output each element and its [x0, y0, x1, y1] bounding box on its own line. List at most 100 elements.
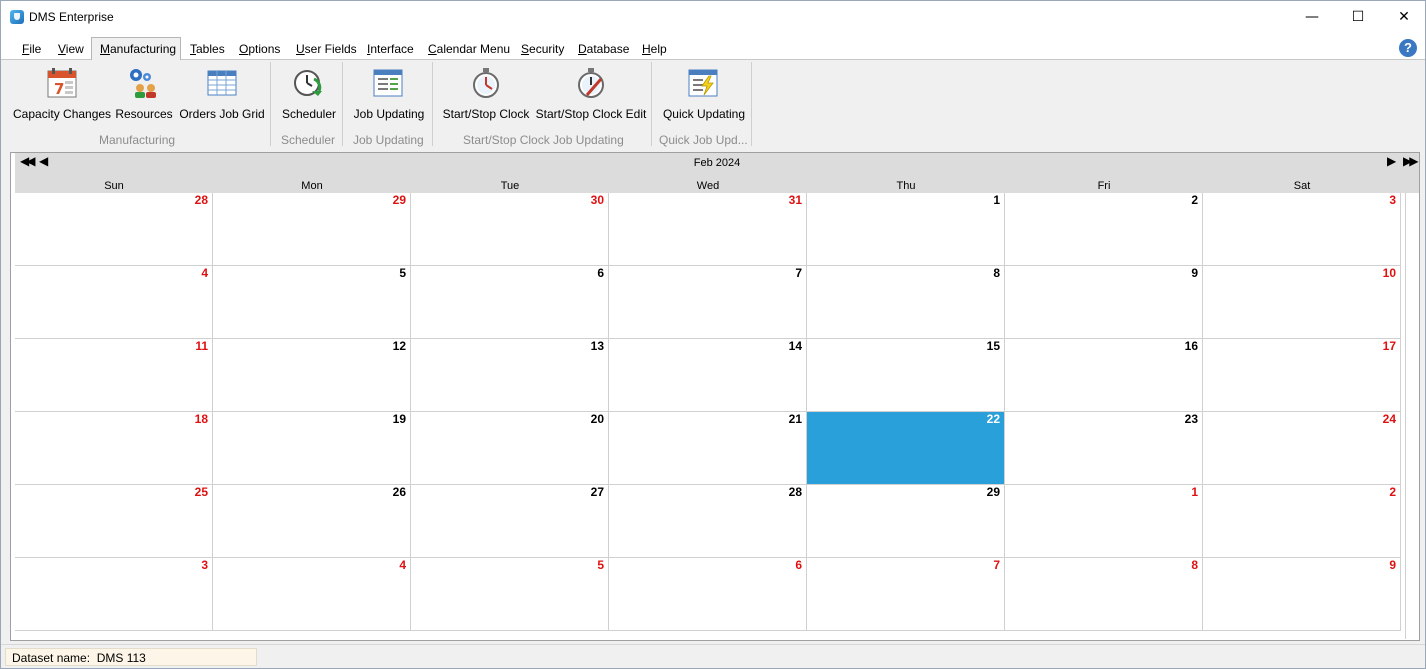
menu-interface[interactable]: Interface [367, 42, 414, 56]
day-number: 4 [399, 558, 406, 572]
last-month-button[interactable]: ▶▶ [1403, 154, 1419, 168]
day-cell[interactable]: 29 [807, 485, 1005, 558]
day-cell[interactable]: 18 [15, 412, 213, 485]
dataset-label: Dataset name: [12, 651, 91, 665]
day-cell[interactable]: 2 [1203, 485, 1401, 558]
orders-job-grid-button[interactable]: Orders Job Grid [179, 64, 265, 124]
scheduler-button[interactable]: Scheduler [281, 64, 337, 124]
day-cell[interactable]: 31 [609, 193, 807, 266]
day-number: 9 [1389, 558, 1396, 572]
status-bar: Dataset name: DMS 113 [1, 644, 1425, 668]
day-cell[interactable]: 25 [15, 485, 213, 558]
day-number: 20 [590, 412, 604, 426]
group-label-job-updating: Job Updating [353, 133, 424, 147]
menu-view[interactable]: View [58, 42, 84, 56]
start-stop-clock-button[interactable]: Start/Stop Clock [441, 64, 531, 124]
scheduler-label: Scheduler [281, 107, 337, 121]
weekday-wed: Wed [696, 180, 720, 192]
menu-security[interactable]: Security [521, 42, 564, 56]
help-icon[interactable]: ? [1399, 39, 1417, 57]
day-cell[interactable]: 9 [1005, 266, 1203, 339]
day-cell[interactable]: 28 [15, 193, 213, 266]
day-cell[interactable]: 23 [1005, 412, 1203, 485]
day-cell[interactable]: 16 [1005, 339, 1203, 412]
day-cell[interactable]: 10 [1203, 266, 1401, 339]
day-cell[interactable]: 5 [411, 558, 609, 631]
menu-manufacturing[interactable]: Manufacturing [100, 42, 176, 56]
capacity-changes-button[interactable]: 7 Capacity Changes [13, 64, 111, 124]
orders-job-grid-label: Orders Job Grid [179, 107, 265, 121]
day-number: 15 [986, 339, 1000, 353]
menu-database[interactable]: Database [578, 42, 629, 56]
menu-tables[interactable]: Tables [190, 42, 225, 56]
day-cell[interactable]: 30 [411, 193, 609, 266]
day-cell[interactable]: 24 [1203, 412, 1401, 485]
resources-label: Resources [115, 107, 173, 121]
weekday-fri: Fri [1097, 180, 1111, 192]
day-cell[interactable]: 15 [807, 339, 1005, 412]
day-cell[interactable]: 3 [15, 558, 213, 631]
weekday-mon: Mon [301, 180, 323, 192]
resources-button[interactable]: Resources [115, 64, 173, 124]
day-cell[interactable]: 12 [213, 339, 411, 412]
day-number: 29 [986, 485, 1000, 499]
day-cell[interactable]: 14 [609, 339, 807, 412]
day-cell[interactable]: 5 [213, 266, 411, 339]
day-number: 12 [392, 339, 406, 353]
day-cell[interactable]: 4 [213, 558, 411, 631]
day-cell[interactable]: 13 [411, 339, 609, 412]
day-number: 3 [1389, 193, 1396, 207]
day-cell[interactable]: 20 [411, 412, 609, 485]
menu-bar: File View Manufacturing Tables Options U… [1, 33, 1425, 61]
day-number: 4 [201, 266, 208, 280]
day-cell[interactable]: 28 [609, 485, 807, 558]
job-updating-button[interactable]: Job Updating [351, 64, 427, 124]
day-cell[interactable]: 11 [15, 339, 213, 412]
minimize-button[interactable]: — [1289, 1, 1335, 33]
month-title: Feb 2024 [693, 157, 741, 169]
day-cell[interactable]: 6 [411, 266, 609, 339]
day-cell[interactable]: 29 [213, 193, 411, 266]
calendar-header: ◀◀ ◀ Feb 2024 ▶ ▶▶ Sun Mon Tue Wed Thu F… [15, 153, 1419, 193]
menu-file[interactable]: File [22, 42, 41, 56]
day-cell[interactable]: 19 [213, 412, 411, 485]
day-cell[interactable]: 6 [609, 558, 807, 631]
day-number: 30 [590, 193, 604, 207]
day-cell[interactable]: 22 [807, 412, 1005, 485]
day-number: 14 [788, 339, 802, 353]
maximize-button[interactable]: ☐ [1335, 1, 1381, 33]
day-number: 21 [788, 412, 802, 426]
menu-user-fields[interactable]: User Fields [296, 42, 357, 56]
day-number: 18 [194, 412, 208, 426]
day-cell[interactable]: 1 [1005, 485, 1203, 558]
day-cell[interactable]: 8 [807, 266, 1005, 339]
day-cell[interactable]: 3 [1203, 193, 1401, 266]
day-cell[interactable]: 9 [1203, 558, 1401, 631]
day-cell[interactable]: 7 [609, 266, 807, 339]
day-cell[interactable]: 1 [807, 193, 1005, 266]
day-cell[interactable]: 27 [411, 485, 609, 558]
app-logo-icon [10, 10, 24, 24]
day-cell[interactable]: 2 [1005, 193, 1203, 266]
day-cell[interactable]: 7 [807, 558, 1005, 631]
day-cell[interactable]: 17 [1203, 339, 1401, 412]
day-cell[interactable]: 8 [1005, 558, 1203, 631]
weekday-sun: Sun [104, 180, 124, 192]
day-cell[interactable]: 26 [213, 485, 411, 558]
menu-help[interactable]: Help [642, 42, 667, 56]
menu-options[interactable]: Options [239, 42, 280, 56]
start-stop-clock-label: Start/Stop Clock [442, 107, 530, 121]
day-cell[interactable]: 21 [609, 412, 807, 485]
quick-updating-button[interactable]: Quick Updating [660, 64, 748, 124]
day-number: 3 [201, 558, 208, 572]
month-calendar: ◀◀ ◀ Feb 2024 ▶ ▶▶ Sun Mon Tue Wed Thu F… [10, 152, 1420, 641]
day-number: 8 [993, 266, 1000, 280]
day-cell[interactable]: 4 [15, 266, 213, 339]
next-month-button[interactable]: ▶ [1387, 154, 1396, 168]
start-stop-clock-edit-button[interactable]: Start/Stop Clock Edit [535, 64, 647, 124]
menu-calendar[interactable]: Calendar Menu [428, 42, 510, 56]
calendar-edge [1405, 193, 1419, 639]
close-button[interactable]: ✕ [1381, 1, 1426, 33]
app-window: DMS Enterprise — ☐ ✕ File View Manufactu… [0, 0, 1426, 669]
ribbon-separator [651, 62, 652, 146]
